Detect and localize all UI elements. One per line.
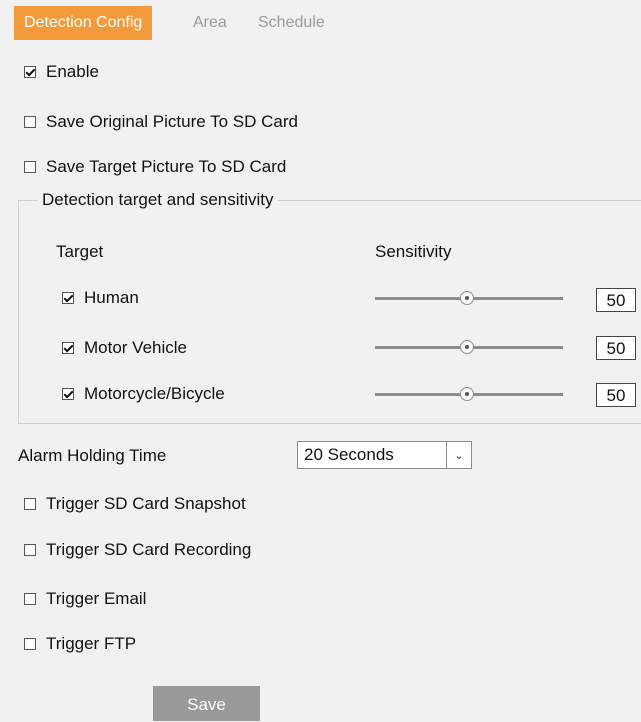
trigger-sd-recording-option[interactable]: Trigger SD Card Recording: [24, 540, 251, 560]
motor-vehicle-slider-thumb[interactable]: [460, 340, 474, 354]
motorcycle-bicycle-sensitivity-value[interactable]: 50: [596, 383, 636, 407]
motor-vehicle-label: Motor Vehicle: [84, 338, 187, 357]
target-motorcycle-bicycle[interactable]: Motorcycle/Bicycle: [62, 384, 225, 404]
human-sensitivity-value[interactable]: 50: [596, 288, 636, 312]
tab-detection-config[interactable]: Detection Config: [14, 6, 153, 40]
save-original-option[interactable]: Save Original Picture To SD Card: [24, 112, 298, 132]
trigger-email-checkbox[interactable]: [24, 593, 36, 605]
motor-vehicle-sensitivity-value[interactable]: 50: [596, 336, 636, 360]
target-header: Target: [56, 242, 104, 261]
trigger-sd-recording-checkbox[interactable]: [24, 544, 36, 556]
save-target-label: Save Target Picture To SD Card: [46, 157, 287, 176]
save-original-checkbox[interactable]: [24, 116, 36, 128]
alarm-holding-label: Alarm Holding Time: [18, 446, 167, 465]
trigger-email-option[interactable]: Trigger Email: [24, 589, 146, 609]
trigger-ftp-option[interactable]: Trigger FTP: [24, 634, 136, 654]
chevron-down-icon[interactable]: ⌄: [446, 442, 471, 468]
save-target-option[interactable]: Save Target Picture To SD Card: [24, 157, 286, 177]
tab-bar: Detection Config Area Schedule: [0, 0, 641, 40]
trigger-sd-recording-label: Trigger SD Card Recording: [46, 540, 252, 559]
save-target-checkbox[interactable]: [24, 161, 36, 173]
trigger-sd-snapshot-label: Trigger SD Card Snapshot: [46, 494, 246, 513]
trigger-ftp-label: Trigger FTP: [46, 634, 137, 653]
target-human[interactable]: Human: [62, 288, 139, 308]
detection-legend: Detection target and sensitivity: [38, 190, 278, 210]
tab-area[interactable]: Area: [193, 6, 227, 40]
sensitivity-header: Sensitivity: [375, 242, 452, 261]
human-checkbox[interactable]: [62, 292, 74, 304]
alarm-holding-value: 20 Seconds: [304, 445, 394, 464]
trigger-sd-snapshot-option[interactable]: Trigger SD Card Snapshot: [24, 494, 246, 514]
trigger-sd-snapshot-checkbox[interactable]: [24, 498, 36, 510]
target-motor-vehicle[interactable]: Motor Vehicle: [62, 338, 187, 358]
save-original-label: Save Original Picture To SD Card: [46, 112, 298, 131]
alarm-holding-select[interactable]: 20 Seconds ⌄: [297, 441, 472, 469]
motor-vehicle-checkbox[interactable]: [62, 342, 74, 354]
human-label: Human: [84, 288, 139, 307]
enable-checkbox[interactable]: [24, 66, 36, 78]
enable-option[interactable]: Enable: [24, 62, 99, 82]
motorcycle-bicycle-label: Motorcycle/Bicycle: [84, 384, 225, 403]
human-slider-thumb[interactable]: [460, 291, 474, 305]
tab-schedule[interactable]: Schedule: [258, 6, 325, 40]
enable-label: Enable: [46, 62, 99, 81]
trigger-email-label: Trigger Email: [46, 589, 147, 608]
trigger-ftp-checkbox[interactable]: [24, 638, 36, 650]
save-button[interactable]: Save: [153, 686, 260, 721]
motorcycle-bicycle-slider-thumb[interactable]: [460, 387, 474, 401]
motorcycle-bicycle-checkbox[interactable]: [62, 388, 74, 400]
